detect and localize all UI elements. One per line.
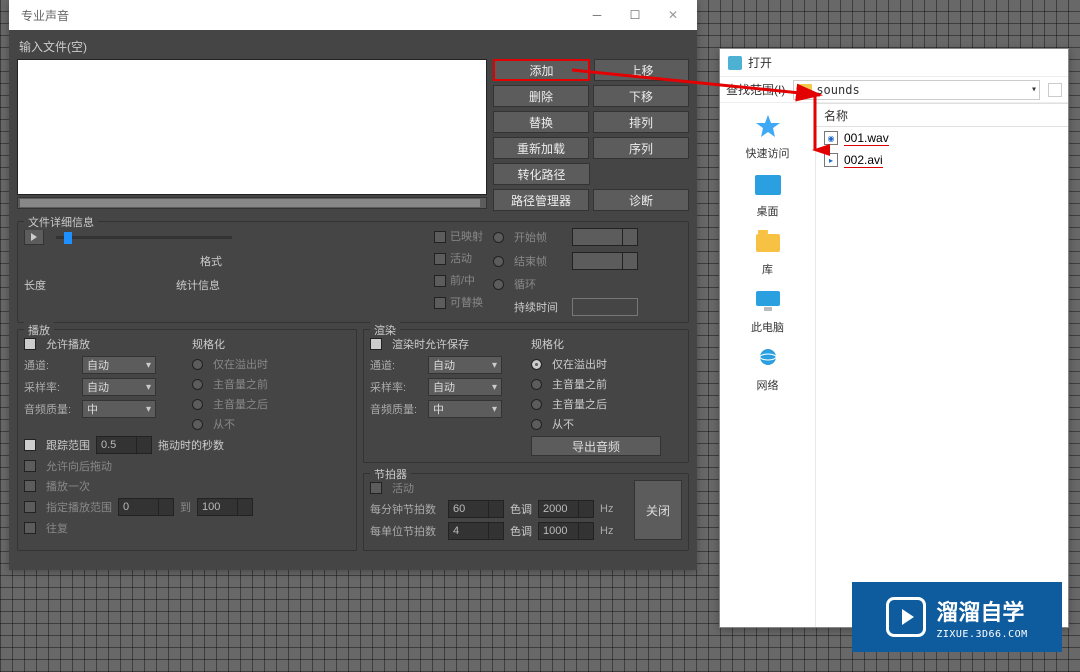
file-row-wav[interactable]: ◉ 001.wav [816, 127, 1068, 149]
sidebar-item-library[interactable]: 库 [752, 227, 784, 277]
premid-checkbox[interactable] [434, 275, 446, 287]
sequence-button[interactable]: 序列 [593, 137, 689, 159]
play-norm-overflow-radio[interactable] [192, 359, 203, 370]
input-files-label: 输入文件(空) [17, 34, 689, 59]
render-norm-before-radio[interactable] [531, 379, 542, 390]
allow-back-drag-checkbox[interactable] [24, 460, 36, 472]
delete-button[interactable]: 删除 [493, 85, 589, 107]
length-field [52, 276, 170, 294]
range-to-field[interactable]: 100 [197, 498, 253, 516]
arrange-button[interactable]: 排列 [593, 111, 689, 133]
end-frame-field[interactable] [572, 252, 638, 270]
folder-icon [798, 84, 812, 95]
activity-checkbox[interactable] [434, 253, 446, 265]
endframe-radio[interactable] [493, 256, 504, 267]
render-samplerate-dropdown[interactable]: 自动 [428, 378, 502, 396]
metronome-title: 节拍器 [370, 466, 411, 482]
titlebar[interactable]: 专业声音 ─ ☐ ✕ [9, 0, 697, 30]
move-up-button[interactable]: 上移 [594, 59, 689, 81]
input-files-list[interactable] [17, 59, 487, 195]
bpm-hue-field[interactable]: 2000 [538, 500, 594, 518]
render-title: 渲染 [370, 322, 400, 338]
convert-path-button[interactable]: 转化路径 [493, 163, 590, 185]
minimize-button[interactable]: ─ [579, 3, 615, 27]
path-manager-button[interactable]: 路径管理器 [493, 189, 589, 211]
duration-field [572, 298, 638, 316]
folder-dropdown[interactable]: sounds [793, 80, 1040, 100]
format-label: 格式 [200, 253, 222, 269]
playback-title: 播放 [24, 322, 54, 338]
channel-dropdown[interactable]: 自动 [82, 356, 156, 374]
render-norm-never-radio[interactable] [531, 419, 542, 430]
sidebar-item-quickaccess[interactable]: 快速访问 [746, 111, 790, 161]
add-button[interactable]: 添加 [493, 59, 590, 81]
move-down-button[interactable]: 下移 [593, 85, 689, 107]
specify-range-checkbox[interactable] [24, 501, 36, 513]
range-from-field[interactable]: 0 [118, 498, 174, 516]
stats-label: 统计信息 [176, 277, 220, 293]
bpu-hue-field[interactable]: 1000 [538, 522, 594, 540]
track-range-checkbox[interactable] [24, 439, 36, 451]
horizontal-scrollbar[interactable] [17, 197, 487, 209]
field-1 [244, 228, 424, 246]
render-quality-dropdown[interactable]: 中 [428, 400, 502, 418]
format-field [228, 252, 408, 270]
dropdown-toggle[interactable] [1048, 83, 1062, 97]
pingpong-checkbox[interactable] [24, 522, 36, 534]
replace-button[interactable]: 替换 [493, 111, 589, 133]
quality-dropdown[interactable]: 中 [82, 400, 156, 418]
browser-title-text: 打开 [748, 54, 772, 71]
render-norm-after-radio[interactable] [531, 399, 542, 410]
render-channel-dropdown[interactable]: 自动 [428, 356, 502, 374]
watermark-play-icon [886, 597, 926, 637]
video-file-icon: ▸ [824, 153, 838, 167]
export-audio-button[interactable]: 导出音频 [531, 436, 661, 456]
replaceable-checkbox[interactable] [434, 297, 446, 309]
play-norm-after-radio[interactable] [192, 399, 203, 410]
file-detail-title: 文件详细信息 [24, 214, 98, 230]
start-frame-field[interactable] [572, 228, 638, 246]
browser-titlebar[interactable]: 打开 [720, 49, 1068, 77]
play-norm-before-radio[interactable] [192, 379, 203, 390]
reload-button[interactable]: 重新加载 [493, 137, 589, 159]
stats-field [226, 276, 406, 294]
allow-play-checkbox[interactable] [24, 338, 36, 350]
close-button[interactable]: ✕ [655, 3, 691, 27]
length-label: 长度 [24, 277, 46, 293]
bpm-field[interactable]: 60 [448, 500, 504, 518]
sidebar-item-pc[interactable]: 此电脑 [751, 285, 784, 335]
track-range-value[interactable]: 0.5 [96, 436, 152, 454]
file-open-dialog: 打开 查找范围(I) sounds 快速访问 桌面 库 此电脑 网络 名称 ◉ … [719, 48, 1069, 628]
app-icon [728, 56, 742, 70]
mapped-checkbox[interactable] [434, 231, 446, 243]
browser-sidebar: 快速访问 桌面 库 此电脑 网络 [720, 103, 816, 627]
render-norm-overflow-radio[interactable] [531, 359, 542, 370]
render-allowsave-checkbox[interactable] [370, 338, 382, 350]
file-row-avi[interactable]: ▸ 002.avi [816, 149, 1068, 171]
bpu-field[interactable]: 4 [448, 522, 504, 540]
lookup-range-label: 查找范围(I) [726, 81, 785, 98]
position-slider[interactable] [56, 236, 232, 239]
professional-sound-dialog: 专业声音 ─ ☐ ✕ 输入文件(空) 添加 上移 删除 下移 [9, 0, 697, 570]
play-norm-never-radio[interactable] [192, 419, 203, 430]
samplerate-dropdown[interactable]: 自动 [82, 378, 156, 396]
column-header-name[interactable]: 名称 [816, 103, 1068, 127]
diagnose-button[interactable]: 诊断 [593, 189, 689, 211]
window-title: 专业声音 [21, 7, 69, 24]
audio-file-icon: ◉ [824, 131, 838, 145]
maximize-button[interactable]: ☐ [617, 3, 653, 27]
watermark: 溜溜自学 ZIXUE.3D66.COM [852, 582, 1062, 652]
metronome-activity-checkbox[interactable] [370, 482, 382, 494]
sidebar-item-network[interactable]: 网络 [752, 343, 784, 393]
metronome-close-button[interactable]: 关闭 [634, 480, 682, 540]
sidebar-item-desktop[interactable]: 桌面 [752, 169, 784, 219]
play-once-checkbox[interactable] [24, 480, 36, 492]
play-icon[interactable] [24, 229, 44, 245]
loop-radio[interactable] [493, 279, 504, 290]
startframe-radio[interactable] [493, 232, 504, 243]
